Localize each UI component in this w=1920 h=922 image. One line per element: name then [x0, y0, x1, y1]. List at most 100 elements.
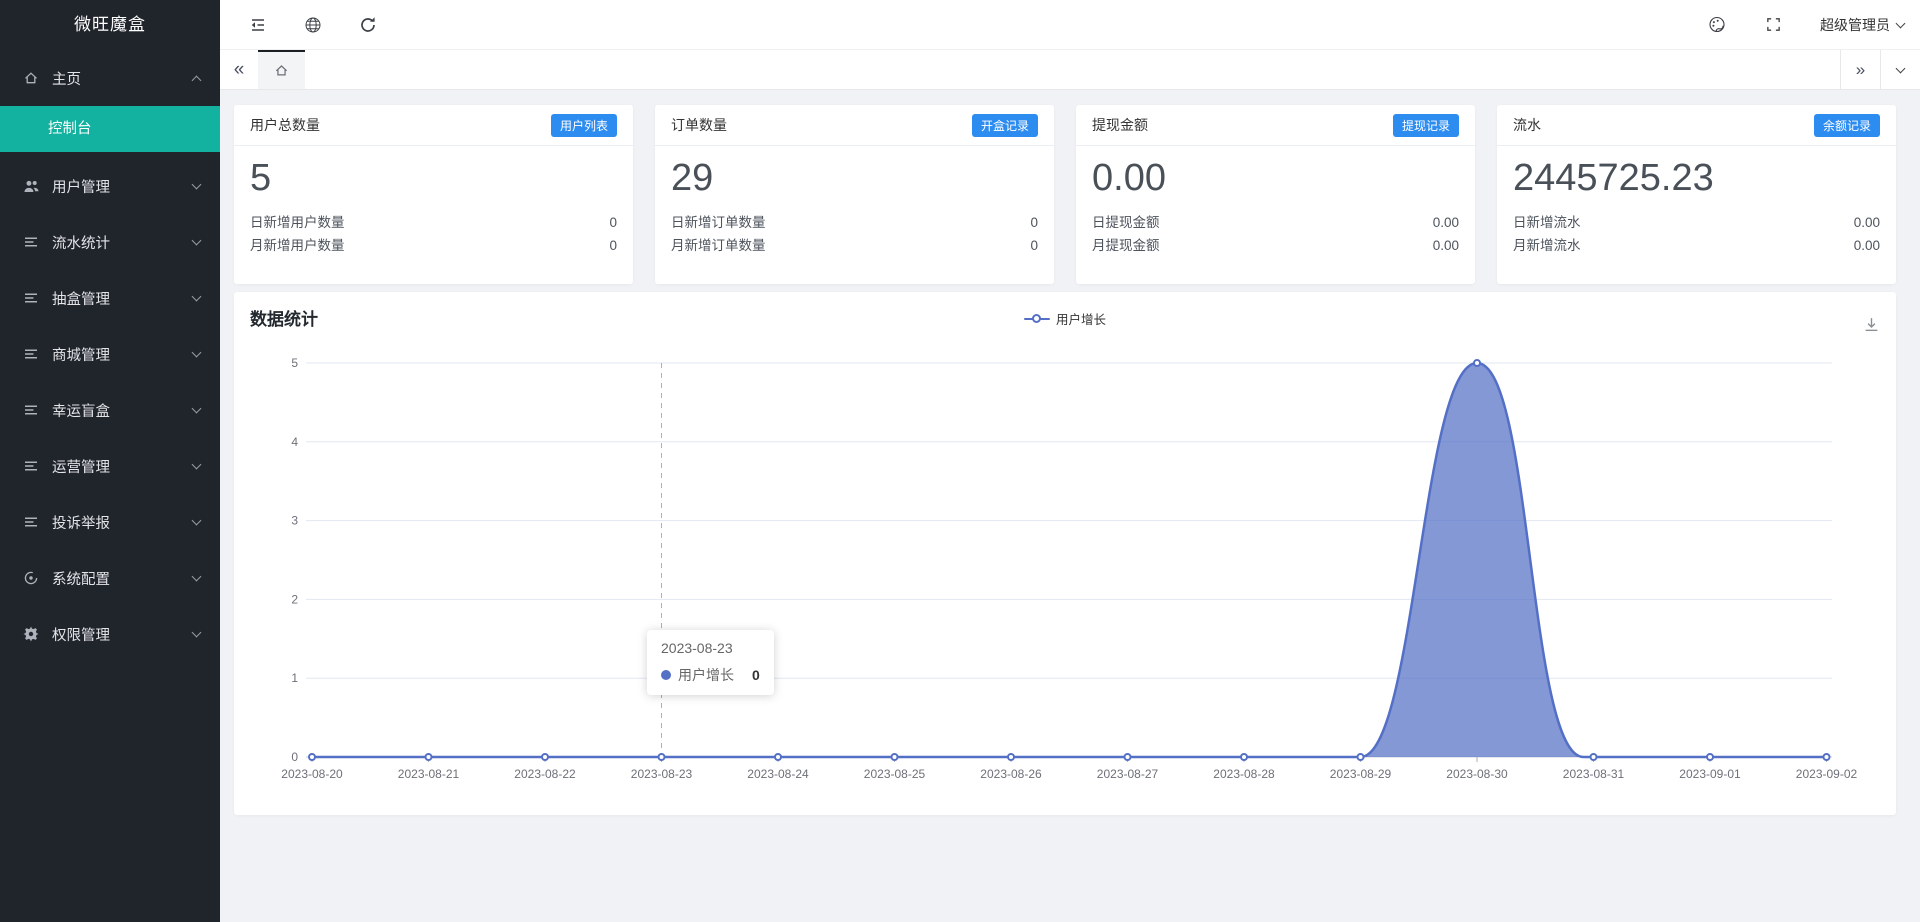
sidebar-item-flow-stats[interactable]: 流水统计 [0, 214, 220, 270]
svg-text:2023-09-02: 2023-09-02 [1796, 767, 1858, 781]
chart-legend[interactable]: 用户增长 [234, 309, 1896, 328]
chevron-down-icon [192, 236, 202, 246]
svg-text:2023-08-24: 2023-08-24 [747, 767, 809, 781]
svg-text:2: 2 [291, 592, 298, 606]
sidebar-item-console[interactable]: 控制台 [0, 106, 220, 152]
card-row: 月提现金额 0.00 [1092, 234, 1459, 257]
stat-cards-row: 用户总数量 用户列表 5 日新增用户数量 0 月新增用户数量 0 [234, 105, 1896, 284]
card-row: 日提现金额 0.00 [1092, 211, 1459, 234]
card-title: 流水 [1513, 115, 1541, 135]
withdraw-records-badge[interactable]: 提现记录 [1393, 114, 1459, 137]
svg-text:2023-08-20: 2023-08-20 [281, 767, 343, 781]
sidebar-item-system-config[interactable]: 系统配置 [0, 550, 220, 606]
card-row: 月新增用户数量 0 [250, 234, 617, 257]
list-icon [22, 401, 40, 419]
topbar: 超级管理员 [220, 0, 1920, 50]
svg-text:2023-09-01: 2023-09-01 [1679, 767, 1741, 781]
topbar-left-icons [249, 16, 377, 34]
card-row: 月新增流水 0.00 [1513, 234, 1880, 257]
user-menu[interactable]: 超级管理员 [1820, 15, 1904, 35]
list-icon [22, 513, 40, 531]
user-list-badge[interactable]: 用户列表 [551, 114, 617, 137]
sidebar: 微旺魔盒 主页 控制台 用户管理 流水统计 抽盒管理 商城管理 [0, 0, 220, 922]
app-logo: 微旺魔盒 [0, 0, 220, 50]
svg-text:2023-08-21: 2023-08-21 [398, 767, 460, 781]
card-title: 用户总数量 [250, 115, 320, 135]
stat-card-withdraw: 提现金额 提现记录 0.00 日提现金额 0.00 月提现金额 0.00 [1076, 105, 1475, 284]
refresh-icon[interactable] [359, 16, 377, 34]
sidebar-item-lucky-box[interactable]: 幸运盲盒 [0, 382, 220, 438]
chart-tooltip: 2023-08-23 用户增长 0 [647, 630, 774, 695]
sidebar-item-mall-mgmt[interactable]: 商城管理 [0, 326, 220, 382]
main-content: 用户总数量 用户列表 5 日新增用户数量 0 月新增用户数量 0 [220, 90, 1920, 922]
chevron-down-icon [192, 348, 202, 358]
home-icon [273, 62, 291, 80]
balance-records-badge[interactable]: 余额记录 [1814, 114, 1880, 137]
sidebar-item-operations[interactable]: 运营管理 [0, 438, 220, 494]
user-growth-chart: 0123452023-08-202023-08-212023-08-222023… [234, 340, 1896, 815]
card-value: 2445725.23 [1513, 154, 1880, 202]
sidebar-item-complaints[interactable]: 投诉举报 [0, 494, 220, 550]
chevron-down-icon [192, 460, 202, 470]
chevron-down-icon [192, 572, 202, 582]
card-row: 日新增订单数量 0 [671, 211, 1038, 234]
sidebar-item-permissions[interactable]: 权限管理 [0, 606, 220, 662]
svg-text:2023-08-28: 2023-08-28 [1213, 767, 1275, 781]
admin-dashboard: 微旺魔盒 主页 控制台 用户管理 流水统计 抽盒管理 商城管理 [0, 0, 1920, 922]
topbar-right: 超级管理员 [1708, 15, 1904, 35]
card-row: 月新增订单数量 0 [671, 234, 1038, 257]
card-value: 0.00 [1092, 154, 1459, 202]
svg-text:4: 4 [291, 435, 298, 449]
list-icon [22, 289, 40, 307]
svg-text:2023-08-30: 2023-08-30 [1446, 767, 1508, 781]
legend-line-icon [1024, 318, 1050, 320]
sidebar-item-home[interactable]: 主页 [0, 50, 220, 106]
card-value: 29 [671, 154, 1038, 202]
list-icon [22, 233, 40, 251]
gear-icon [22, 625, 40, 643]
sidebar-item-user-mgmt[interactable]: 用户管理 [0, 158, 220, 214]
chevron-down-icon [192, 628, 202, 638]
svg-text:2023-08-25: 2023-08-25 [864, 767, 926, 781]
svg-text:5: 5 [291, 356, 298, 370]
card-title: 订单数量 [671, 115, 727, 135]
tabs-scroll-right-button[interactable]: » [1840, 50, 1880, 89]
config-circle-icon [22, 569, 40, 587]
svg-text:2023-08-22: 2023-08-22 [514, 767, 576, 781]
tabbar: « » [220, 50, 1920, 90]
svg-text:0: 0 [291, 750, 298, 764]
open-box-records-badge[interactable]: 开盒记录 [972, 114, 1038, 137]
list-icon [22, 457, 40, 475]
svg-text:2023-08-26: 2023-08-26 [980, 767, 1042, 781]
series-dot-icon [661, 670, 671, 680]
fullscreen-icon[interactable] [1764, 16, 1782, 34]
chevron-down-icon [192, 292, 202, 302]
card-row: 日新增流水 0.00 [1513, 211, 1880, 234]
chevron-down-icon [192, 180, 202, 190]
tooltip-value: 0 [752, 667, 760, 683]
stat-card-turnover: 流水 余额记录 2445725.23 日新增流水 0.00 月新增流水 0.00 [1497, 105, 1896, 284]
users-icon [22, 177, 40, 195]
chevron-down-icon [1896, 63, 1906, 73]
palette-icon[interactable] [1708, 16, 1726, 34]
card-title: 提现金额 [1092, 115, 1148, 135]
chevron-down-icon [192, 516, 202, 526]
download-icon[interactable] [1863, 316, 1880, 338]
home-icon [22, 69, 40, 87]
tabs-scroll-left-button[interactable]: « [220, 50, 258, 89]
svg-text:2023-08-27: 2023-08-27 [1097, 767, 1159, 781]
card-value: 5 [250, 154, 617, 202]
tab-home[interactable] [258, 50, 305, 89]
list-icon [22, 345, 40, 363]
chart-card: 数据统计 用户增长 0123452023-08-202023-08-212023… [234, 292, 1896, 815]
svg-text:1: 1 [291, 671, 298, 685]
user-name: 超级管理员 [1820, 15, 1890, 35]
menu-fold-icon[interactable] [249, 16, 267, 34]
legend-label: 用户增长 [1056, 309, 1106, 328]
tabs-menu-button[interactable] [1880, 50, 1920, 89]
chevron-down-icon [1896, 18, 1906, 28]
sidebar-item-box-mgmt[interactable]: 抽盒管理 [0, 270, 220, 326]
tooltip-date: 2023-08-23 [661, 640, 760, 656]
tooltip-series: 用户增长 [678, 665, 734, 685]
globe-icon[interactable] [304, 16, 322, 34]
